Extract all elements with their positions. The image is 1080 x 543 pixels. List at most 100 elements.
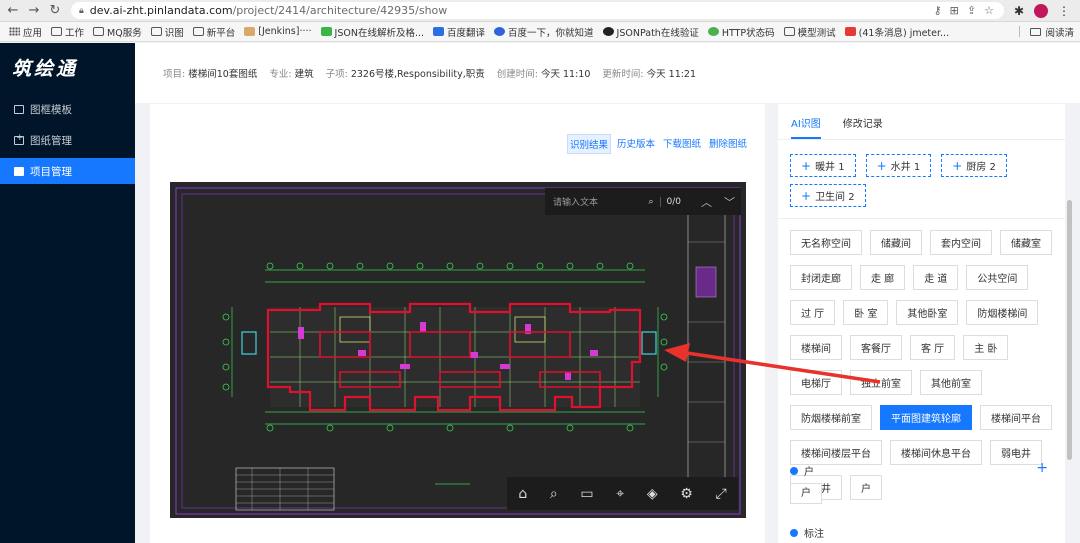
space-tag-nuanjing[interactable]: + 暖井 1 bbox=[790, 154, 856, 177]
github-icon bbox=[602, 27, 614, 36]
space-type-tag[interactable]: 独立前室 bbox=[850, 370, 912, 395]
drawing-panel: 识别结果 历史版本 下载图纸 删除图纸 请输入文本 ⌕ 0/0 ︿ ﹀ ⌂ ⌕ … bbox=[150, 104, 765, 543]
fullscreen-icon[interactable]: ⤢ bbox=[715, 486, 726, 502]
bookmark-folder[interactable]: 工作 bbox=[51, 25, 84, 39]
cad-viewer[interactable]: 请输入文本 ⌕ 0/0 ︿ ﹀ ⌂ ⌕ ▭ ⌖ ◈ ⚙ ⤢ bbox=[170, 182, 746, 518]
tab-change-log[interactable]: 修改记录 bbox=[843, 104, 883, 139]
search-count: 0/0 bbox=[659, 196, 695, 207]
space-tag-shuijing[interactable]: + 水井 1 bbox=[865, 154, 932, 177]
settings-icon[interactable]: ⚙ bbox=[680, 486, 693, 502]
bookmark-folder[interactable]: 识图 bbox=[150, 25, 184, 39]
profile-avatar[interactable] bbox=[1034, 3, 1048, 18]
bookmark-folder[interactable]: MQ服务 bbox=[93, 25, 142, 39]
space-type-tag[interactable]: 防烟楼梯间 bbox=[966, 300, 1039, 325]
bookmark-folder[interactable]: 模型测试 bbox=[783, 25, 836, 39]
space-type-tag[interactable]: 卧 室 bbox=[843, 300, 889, 325]
star-icon[interactable]: ☆ bbox=[984, 4, 994, 17]
bookmark-apps[interactable]: 应用 bbox=[9, 25, 42, 39]
measure-icon[interactable]: ▭ bbox=[580, 486, 593, 502]
space-type-tag[interactable]: 过 厅 bbox=[790, 300, 836, 325]
folder-icon bbox=[783, 27, 795, 36]
extension-icon[interactable]: ✱ bbox=[1014, 4, 1024, 18]
space-tag-kitchen[interactable]: + 厨房 2 bbox=[941, 154, 1007, 177]
space-type-tag[interactable]: 封闭走廊 bbox=[790, 265, 852, 290]
bookmark-json[interactable]: JSON在线解析及格... bbox=[320, 25, 424, 39]
locate-icon[interactable]: ⌖ bbox=[616, 486, 624, 502]
bookmark-jsonpath[interactable]: JSONPath在线验证 bbox=[602, 25, 699, 39]
jenkins-icon bbox=[244, 27, 256, 36]
zoom-area-icon[interactable]: ⌕ bbox=[550, 486, 558, 502]
browser-toolbar: ← → ↻ 🔒︎ dev.ai-zht.pinlandata.com/proje… bbox=[0, 0, 1080, 22]
chevron-down-icon[interactable]: ﹀ bbox=[718, 194, 741, 210]
added-space-tags: + 暖井 1 + 水井 1 + 厨房 2 + 卫生间 2 bbox=[778, 140, 1065, 207]
bookmark-http[interactable]: HTTP状态码 bbox=[707, 25, 775, 39]
translate-icon[interactable]: ⊞ bbox=[950, 4, 959, 17]
tab-ai-recognition[interactable]: AI识图 bbox=[791, 104, 821, 139]
reading-list-icon bbox=[1030, 27, 1042, 36]
space-type-tag[interactable]: 其他卧室 bbox=[896, 300, 959, 325]
download-drawing-button[interactable]: 下载图纸 bbox=[661, 134, 703, 154]
space-tag-bathroom[interactable]: + 卫生间 2 bbox=[790, 184, 866, 207]
sidebar-item-frame-templates[interactable]: 图框模板 bbox=[0, 96, 135, 122]
bookmark-baidu[interactable]: 百度一下，你就知道 bbox=[494, 25, 594, 39]
sidebar-item-drawings[interactable]: 图纸管理 bbox=[0, 127, 135, 153]
hu-tag[interactable]: 户 bbox=[790, 483, 822, 504]
space-type-tag[interactable]: 储藏间 bbox=[870, 230, 922, 255]
space-type-tag[interactable]: 楼梯间 bbox=[790, 335, 842, 360]
subitem-info: 子项: 2326号楼,Responsibility,职责 bbox=[325, 69, 485, 80]
space-type-tag[interactable]: 楼梯间楼层平台 bbox=[790, 440, 882, 465]
forward-icon[interactable]: → bbox=[26, 3, 42, 19]
panel-tabs: AI识图 修改记录 bbox=[778, 104, 1065, 140]
bookmark-jenkins[interactable]: [Jenkins]···· bbox=[244, 26, 312, 37]
key-icon[interactable]: ⚷ bbox=[934, 4, 942, 17]
back-icon[interactable]: ← bbox=[5, 3, 21, 19]
space-type-tag[interactable]: 户 bbox=[850, 475, 882, 500]
drawing-search[interactable]: 请输入文本 ⌕ 0/0 ︿ ﹀ bbox=[545, 188, 741, 215]
plus-icon: + bbox=[876, 158, 887, 173]
space-type-tag[interactable]: 走 廊 bbox=[860, 265, 906, 290]
reload-icon[interactable]: ↻ bbox=[47, 3, 63, 19]
recognition-result-button[interactable]: 识别结果 bbox=[566, 134, 611, 154]
search-input[interactable]: 请输入文本 bbox=[545, 195, 648, 208]
space-type-tag[interactable]: 客餐厅 bbox=[850, 335, 902, 360]
space-type-tag[interactable]: 走 道 bbox=[913, 265, 959, 290]
address-bar[interactable]: 🔒︎ dev.ai-zht.pinlandata.com/project/241… bbox=[71, 2, 1004, 19]
bookmark-folder[interactable]: 新平台 bbox=[192, 25, 235, 39]
sidebar-item-projects[interactable]: 项目管理 bbox=[0, 158, 135, 184]
home-icon[interactable]: ⌂ bbox=[518, 486, 527, 502]
history-version-button[interactable]: 历史版本 bbox=[615, 134, 657, 154]
reading-list[interactable]: 阅读清 bbox=[1019, 25, 1074, 39]
section-hu-header[interactable]: 户 bbox=[790, 463, 814, 478]
space-type-tag[interactable]: 主 卧 bbox=[963, 335, 1009, 360]
space-type-tag[interactable]: 公共空间 bbox=[966, 265, 1029, 290]
space-type-tag[interactable]: 楼梯间平台 bbox=[980, 405, 1052, 430]
url-host: dev.ai-zht.pinlandata.com bbox=[89, 4, 233, 17]
share-icon[interactable]: ⇪ bbox=[967, 4, 976, 17]
space-type-tag[interactable]: 套内空间 bbox=[930, 230, 992, 255]
delete-drawing-button[interactable]: 删除图纸 bbox=[707, 134, 749, 154]
search-icon[interactable]: ⌕ bbox=[648, 197, 659, 207]
csdn-icon bbox=[844, 27, 856, 36]
chevron-up-icon[interactable]: ︿ bbox=[695, 194, 718, 210]
space-type-tag[interactable]: 电梯厅 bbox=[790, 370, 842, 395]
space-type-tag-selected[interactable]: 平面图建筑轮廓 bbox=[880, 405, 972, 430]
space-type-tag[interactable]: 储藏室 bbox=[1000, 230, 1052, 255]
drawing-actions: 识别结果 历史版本 下载图纸 删除图纸 bbox=[566, 134, 749, 154]
folder-icon bbox=[150, 27, 162, 36]
space-type-tag[interactable]: 防烟楼梯前室 bbox=[790, 405, 872, 430]
space-type-tag[interactable]: 无名称空间 bbox=[790, 230, 862, 255]
bookmark-jmeter[interactable]: (41条消息) jmeter... bbox=[844, 25, 949, 39]
bookmark-translate[interactable]: 百度翻译 bbox=[433, 25, 485, 39]
space-type-tag[interactable]: 其他前室 bbox=[920, 370, 982, 395]
baidu-icon bbox=[494, 27, 506, 36]
json-icon bbox=[320, 27, 332, 36]
menu-icon[interactable]: ⋮ bbox=[1058, 4, 1070, 18]
add-hu-button[interactable]: + bbox=[1036, 460, 1048, 476]
space-type-tag[interactable]: 客 厅 bbox=[910, 335, 956, 360]
panel-scrollbar[interactable] bbox=[1067, 200, 1072, 460]
space-type-tag[interactable]: 楼梯间休息平台 bbox=[890, 440, 982, 465]
section-annotation-header[interactable]: 标注 bbox=[790, 525, 824, 540]
space-type-tag[interactable]: 弱电井 bbox=[990, 440, 1042, 465]
major-info: 专业: 建筑 bbox=[269, 69, 314, 80]
layers-icon[interactable]: ◈ bbox=[647, 486, 658, 502]
